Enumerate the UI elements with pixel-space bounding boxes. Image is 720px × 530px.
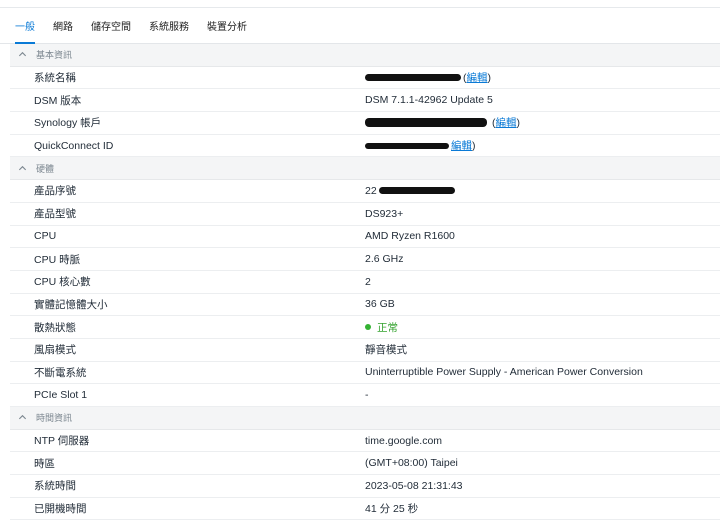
row-value: Uninterruptible Power Supply - American … xyxy=(365,366,643,379)
row-serial: 產品序號 22 xyxy=(10,180,720,203)
status-dot-icon xyxy=(365,324,371,331)
row-value: DS923+ xyxy=(365,207,404,220)
paren-close: ) xyxy=(516,116,521,129)
edit-quickconnect-link[interactable]: 編輯 xyxy=(451,138,472,153)
tab-general[interactable]: 一般 xyxy=(15,16,35,44)
tab-services[interactable]: 系統服務 xyxy=(149,16,189,43)
row-thermal-status: 散熱狀態 正常 xyxy=(10,316,720,339)
section-header-basic[interactable]: 基本資訊 xyxy=(10,44,720,67)
row-value: 2.6 GHz xyxy=(365,253,404,266)
row-label: 風扇模式 xyxy=(34,344,76,357)
chevron-up-icon xyxy=(18,415,27,420)
row-value: time.google.com xyxy=(365,434,443,447)
row-label: 產品型號 xyxy=(34,208,76,221)
section-title: 硬體 xyxy=(36,163,55,174)
redacted-mark xyxy=(365,74,461,82)
row-synology-account: Synology 帳戶 (編輯) xyxy=(10,112,720,135)
row-label: CPU 時脈 xyxy=(34,253,81,266)
row-label: QuickConnect ID xyxy=(34,139,114,152)
row-cpu-cores: CPU 核心數 2 xyxy=(10,271,720,294)
tab-bar: 一般 網路 儲存空間 系統服務 裝置分析 xyxy=(0,8,720,44)
row-value: 2 xyxy=(365,275,371,288)
row-memory: 實體記憶體大小 36 GB xyxy=(10,294,720,317)
row-system-name: 系統名稱 (編輯) xyxy=(10,67,720,90)
row-label: Synology 帳戶 xyxy=(34,117,102,130)
row-uptime: 已開機時間 41 分 25 秒 xyxy=(10,498,720,521)
row-cpu-frequency: CPU 時脈 2.6 GHz xyxy=(10,248,720,271)
row-label: 散熱狀態 xyxy=(34,321,76,334)
section-title: 基本資訊 xyxy=(36,50,73,61)
row-value: - xyxy=(365,389,369,402)
row-cpu: CPU AMD Ryzen R1600 xyxy=(10,226,720,249)
row-label: 已開機時間 xyxy=(34,503,87,516)
row-label: CPU xyxy=(34,230,57,243)
row-value: (編輯) xyxy=(365,70,720,85)
row-label: 時區 xyxy=(34,457,55,470)
row-pcie-slot: PCIe Slot 1 - xyxy=(10,384,720,407)
status-text: 正常 xyxy=(377,321,398,334)
row-fan-mode: 風扇模式 靜音模式 xyxy=(10,339,720,362)
row-value: DSM 7.1.1-42962 Update 5 xyxy=(365,94,493,107)
redacted-mark xyxy=(378,187,455,195)
row-timezone: 時區 (GMT+08:00) Taipei xyxy=(10,452,720,476)
row-label: 系統時間 xyxy=(34,480,76,493)
edit-name-link[interactable]: 編輯 xyxy=(467,70,488,85)
paren-close: ) xyxy=(487,71,492,84)
chevron-up-icon xyxy=(18,52,27,57)
row-value: 41 分 25 秒 xyxy=(365,503,419,516)
row-value: 靜音模式 xyxy=(365,344,407,357)
section-title: 時間資訊 xyxy=(36,413,73,424)
row-label: 實體記憶體大小 xyxy=(34,298,108,311)
edit-account-link[interactable]: 編輯 xyxy=(496,115,517,130)
row-model: 產品型號 DS923+ xyxy=(10,203,720,226)
row-value: 2023-05-08 21:31:43 xyxy=(365,479,463,492)
section-header-time[interactable]: 時間資訊 xyxy=(10,407,720,430)
row-label: CPU 核心數 xyxy=(34,276,91,289)
row-value: 編輯) xyxy=(365,138,720,153)
info-panel: 基本資訊 系統名稱 (編輯) DSM 版本 DSM 7.1.1-42962 Up… xyxy=(0,44,720,521)
row-label: 不斷電系統 xyxy=(34,366,87,379)
row-label: DSM 版本 xyxy=(34,94,82,107)
row-dsm-version: DSM 版本 DSM 7.1.1-42962 Update 5 xyxy=(10,89,720,113)
row-label: 系統名稱 xyxy=(34,72,76,85)
row-label: 產品序號 xyxy=(34,185,76,198)
row-quickconnect-id: QuickConnect ID 編輯) xyxy=(10,135,720,158)
paren-close: ) xyxy=(472,139,476,152)
row-value: (編輯) xyxy=(365,115,720,130)
tab-network[interactable]: 網路 xyxy=(53,16,73,43)
row-value: 22 xyxy=(365,185,720,197)
redacted-mark xyxy=(365,118,487,128)
row-value: (GMT+08:00) Taipei xyxy=(365,457,458,470)
tab-device-analytics[interactable]: 裝置分析 xyxy=(207,16,247,43)
row-value: 36 GB xyxy=(365,298,395,311)
tab-storage[interactable]: 儲存空間 xyxy=(91,16,131,43)
row-label: PCIe Slot 1 xyxy=(34,389,88,402)
chevron-up-icon xyxy=(18,165,27,171)
row-ntp-server: NTP 伺服器 time.google.com xyxy=(10,430,720,453)
serial-visible: 22 xyxy=(365,184,377,197)
redacted-mark xyxy=(365,142,449,149)
row-value: 正常 xyxy=(365,320,720,335)
row-label: NTP 伺服器 xyxy=(34,435,90,448)
top-border xyxy=(0,0,720,8)
row-value: AMD Ryzen R1600 xyxy=(365,230,455,243)
section-header-hardware[interactable]: 硬體 xyxy=(10,157,720,181)
row-system-time: 系統時間 2023-05-08 21:31:43 xyxy=(10,475,720,498)
row-ups: 不斷電系統 Uninterruptible Power Supply - Ame… xyxy=(10,362,720,385)
